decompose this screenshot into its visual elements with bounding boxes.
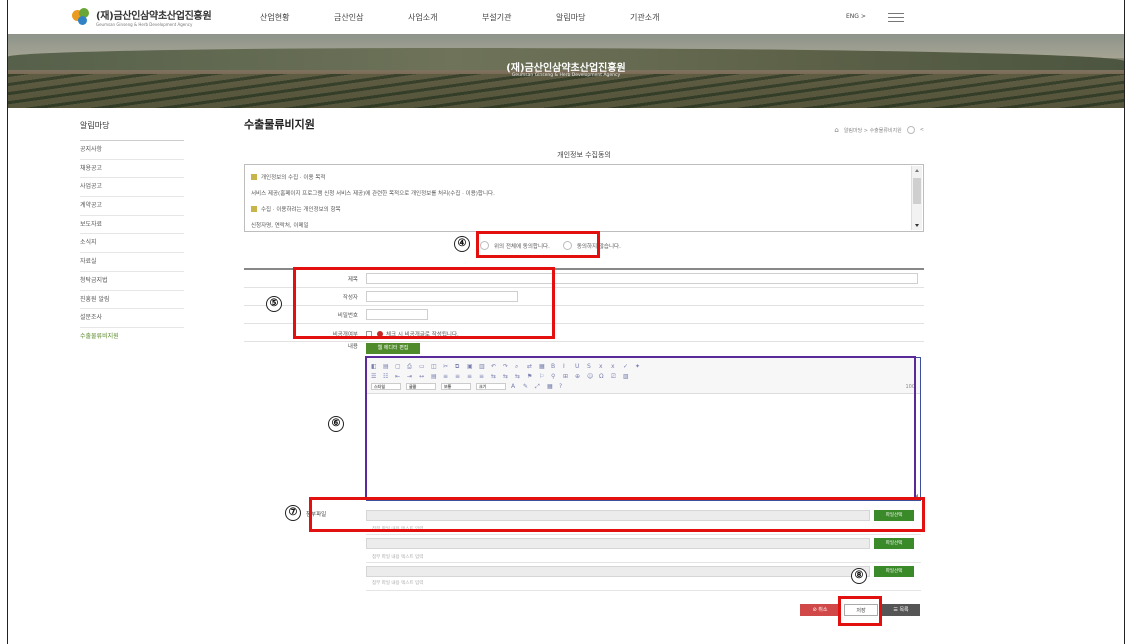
file-hint-3: 첨부 파일 내용 텍스트 입력 [372,581,424,586]
step-marker-5: ⑤ [266,296,282,312]
nav-item[interactable]: 기관소개 [630,12,704,23]
web-editor-button[interactable]: 웹 에디터 편집 [366,343,420,354]
sidebar-title: 알림마당 [80,120,184,141]
step-marker-4: ④ [454,236,470,252]
sidebar-item[interactable]: 공지사항 [80,141,184,160]
consent-line: 서비스 제공(홈페이지 프로그램 신청 서비스 제공)에 관련한 목적으로 개인… [251,191,495,197]
annotation-box-editor [365,356,916,499]
file-input-3[interactable] [366,566,870,577]
sidebar-item[interactable]: 설문조사 [80,309,184,328]
nav-item[interactable]: 산업현황 [260,12,334,23]
bullet-icon [251,206,257,212]
top-header: (재)금산인삼약초산업진흥원 Geumsan Ginseng & Herb De… [70,6,1050,30]
main-content: 수출물류비지원 ⌂ 알림마당 > 수출물류비지원 < 개인정보 수집동의 개인정… [244,116,924,616]
banner-title: (재)금산인삼약초산업진흥원 [506,63,626,74]
list-button[interactable]: ☰ 목록 [882,604,920,616]
scroll-thumb [913,178,921,204]
nav-item[interactable]: 부설기관 [482,12,556,23]
file-input-2[interactable] [366,538,870,549]
annotation-box-save [838,596,882,626]
page-title: 수출물류비지원 [244,118,315,131]
step-marker-8: ⑧ [851,568,867,584]
main-nav: 산업현황 금산인삼 사업소개 부설기관 알림마당 기관소개 [260,12,704,23]
scroll-up-icon [915,169,919,172]
bullet-icon [251,174,257,180]
share-icon[interactable]: < [920,127,924,133]
consent-scrollbar[interactable] [911,166,922,230]
sidebar-item[interactable]: 수출물류비지원 [80,328,184,347]
sidebar-item[interactable]: 청탁금지법 [80,272,184,291]
banner-subtitle: Geumsan Ginseng & Herb Development Agenc… [511,73,621,78]
sidebar: 알림마당 공지사항 채용공고 사업공고 계약공고 보도자료 소식지 자료실 청탁금지법 진흥원 … [80,120,184,347]
file-select-button-3[interactable]: 파일선택 [874,566,914,577]
logo-title: (재)금산인삼약초산업진흥원 [96,11,212,22]
print-icon[interactable] [906,126,915,134]
sidebar-item[interactable]: 소식지 [80,234,184,254]
cancel-button[interactable]: ⊘ 취소 [800,604,840,616]
hamburger-menu-icon[interactable] [888,13,904,22]
hero-banner: (재)금산인삼약초산업진흥원 Geumsan Ginseng & Herb De… [8,34,1124,108]
sidebar-item[interactable]: 보도자료 [80,216,184,235]
consent-line: 개인정보의 수집 · 이용 목적 [251,169,917,185]
english-link[interactable]: ENG > [846,13,866,20]
consent-text-box[interactable]: 개인정보의 수집 · 이용 목적 서비스 제공(홈페이지 프로그램 신청 서비스… [244,164,924,232]
consent-heading: 개인정보 수집동의 [557,151,611,159]
annotation-box-attachment [309,497,925,532]
step-marker-6: ⑥ [328,416,344,432]
sidebar-item[interactable]: 채용공고 [80,160,184,179]
breadcrumb-text: 알림마당 > 수출물류비지원 [843,127,902,134]
nav-item[interactable]: 알림마당 [556,12,630,23]
sidebar-item[interactable]: 진흥원 알림 [80,291,184,310]
file-hint-2: 첨부 파일 내용 텍스트 입력 [372,555,424,560]
annotation-box-consent [476,231,600,258]
nav-item[interactable]: 금산인삼 [334,12,408,23]
logo-subtitle: Geumsan Ginseng & Herb Development Agenc… [96,22,193,27]
sidebar-item[interactable]: 자료실 [80,253,184,272]
consent-line: 수집 · 이용하려는 개인정보의 항목 [251,201,917,217]
sidebar-item[interactable]: 계약공고 [80,197,184,216]
logo-icon [70,6,92,28]
home-icon[interactable]: ⌂ [834,126,838,134]
site-logo[interactable]: (재)금산인삼약초산업진흥원 Geumsan Ginseng & Herb De… [70,6,212,28]
annotation-box-form-fields [293,267,555,339]
sidebar-item[interactable]: 사업공고 [80,178,184,198]
scroll-down-icon [915,224,919,227]
file-select-button-2[interactable]: 파일선택 [874,538,914,549]
step-marker-7: ⑦ [285,505,301,521]
breadcrumb: ⌂ 알림마당 > 수출물류비지원 < [834,126,924,134]
nav-item[interactable]: 사업소개 [408,12,482,23]
content-label: 내용 [347,344,358,350]
